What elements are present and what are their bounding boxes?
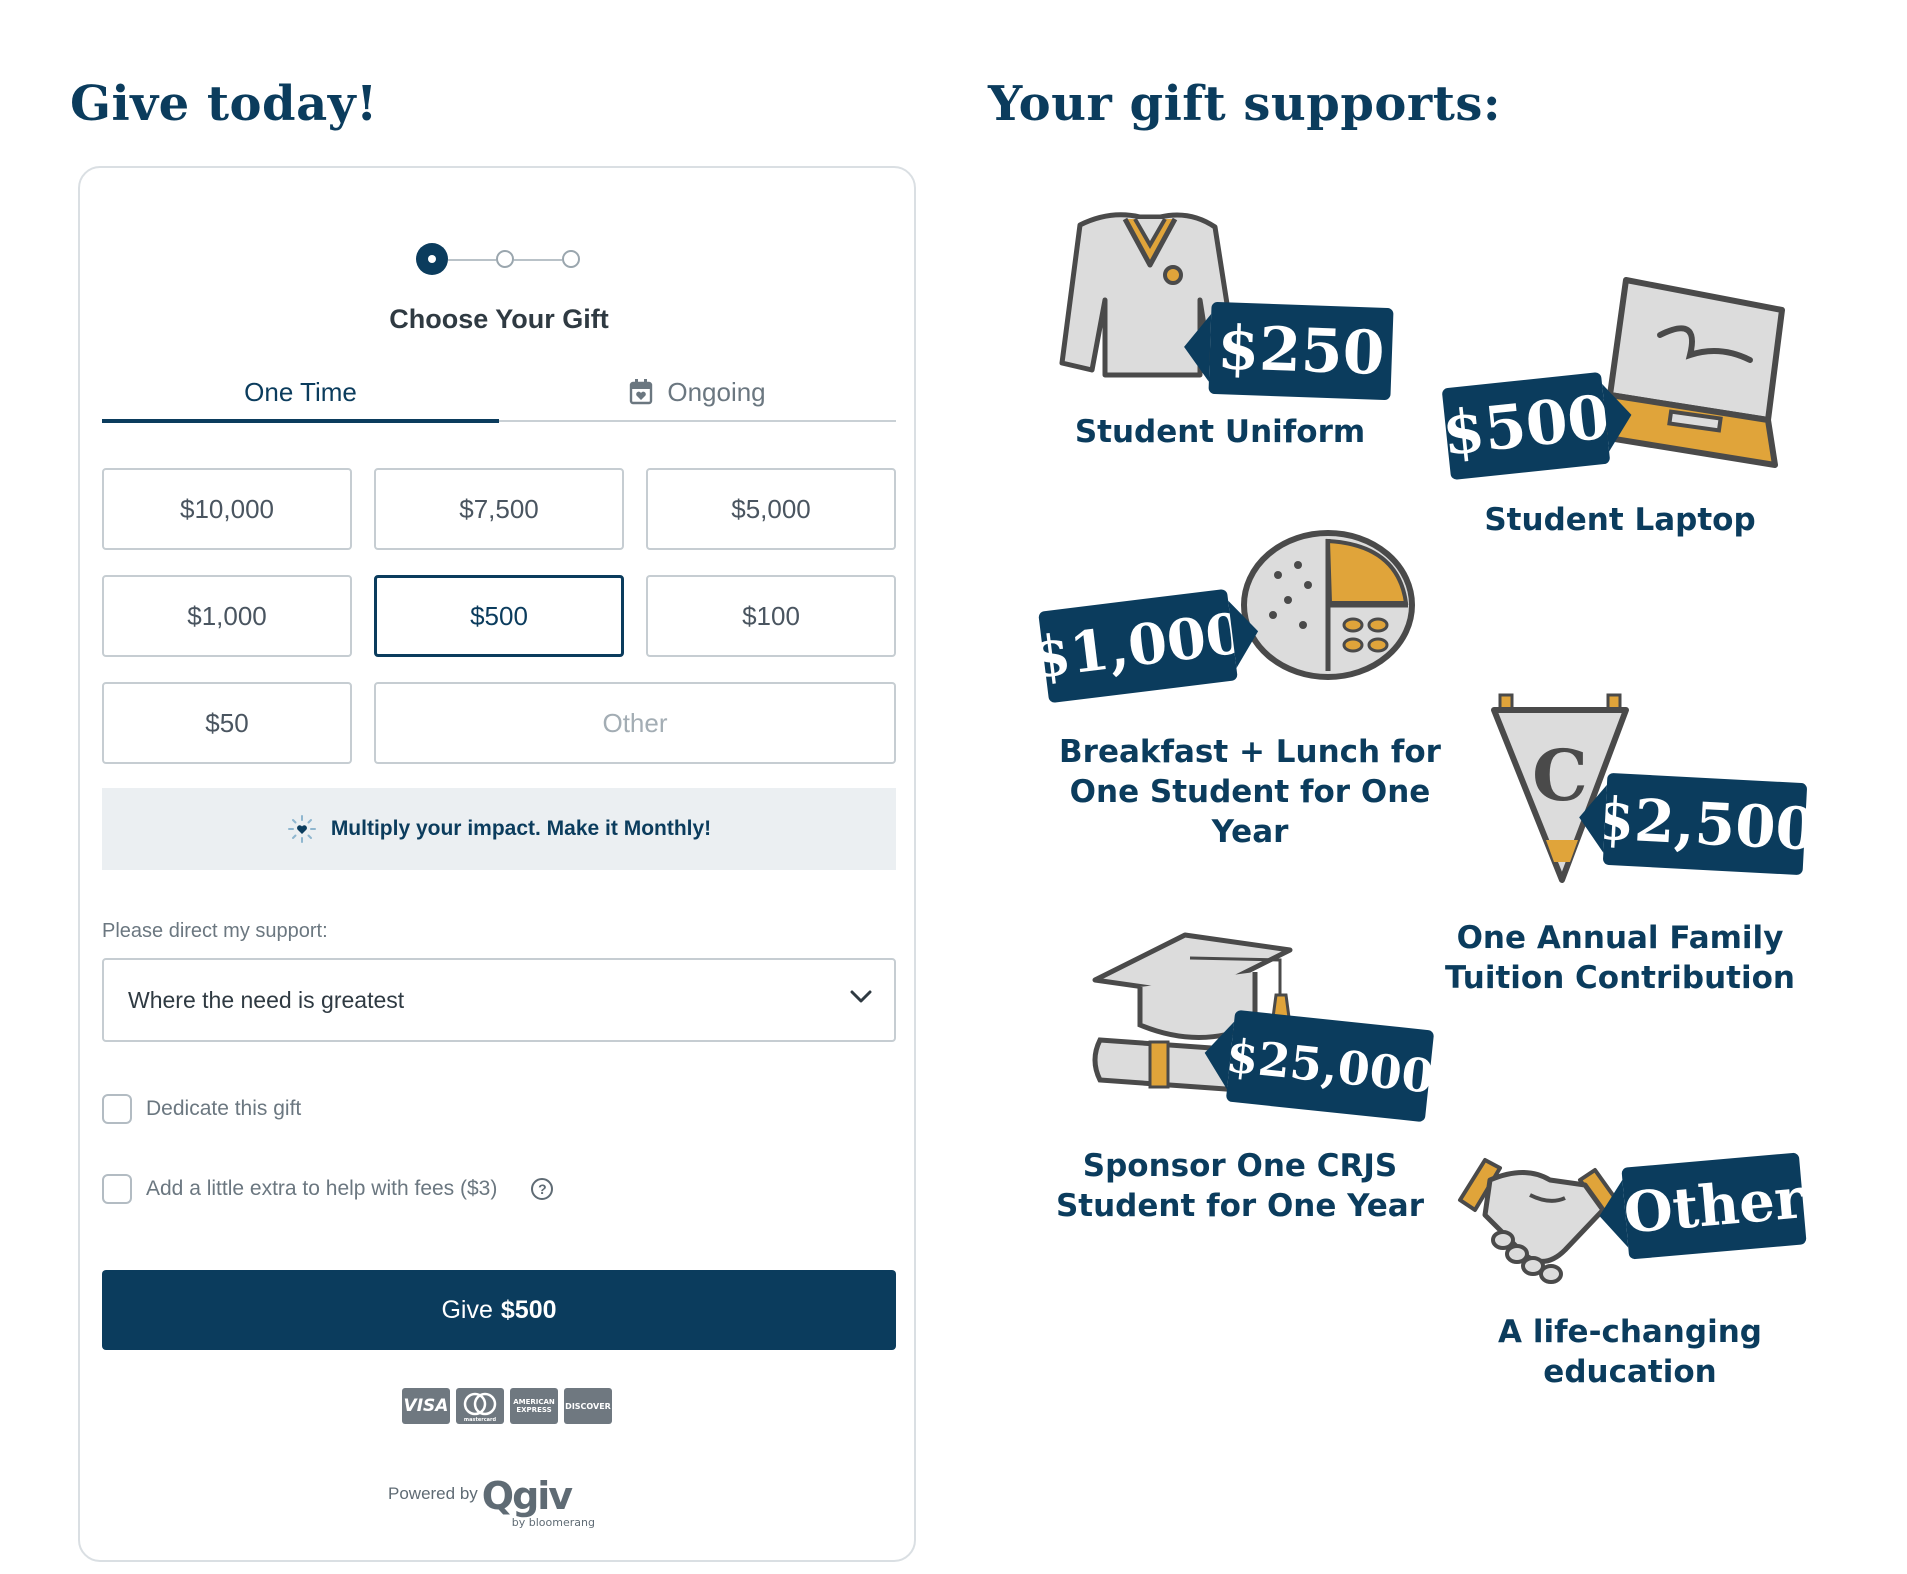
caption-sponsor-student: Sponsor One CRJS Student for One Year bbox=[1050, 1146, 1430, 1226]
amount-option-100[interactable]: $100 bbox=[646, 575, 896, 657]
caption-line: Student Uniform bbox=[1074, 414, 1366, 450]
amount-option-10000[interactable]: $10,000 bbox=[102, 468, 352, 550]
amex-icon: AMERICAN EXPRESS bbox=[510, 1388, 558, 1424]
direct-support-label: Please direct my support: bbox=[102, 920, 328, 942]
step-indicator bbox=[416, 243, 596, 290]
caption-student-laptop: Student Laptop bbox=[1450, 500, 1790, 540]
step-connector bbox=[448, 259, 496, 261]
other-amount-input[interactable]: Other bbox=[374, 682, 896, 764]
dedicate-gift-label: Dedicate this gift bbox=[146, 1097, 302, 1120]
help-icon[interactable]: ? bbox=[531, 1178, 554, 1200]
tab-ongoing-label: Ongoing bbox=[667, 376, 766, 407]
caption-line: A life-changing bbox=[1498, 1314, 1762, 1350]
give-button-amount: $500 bbox=[500, 1295, 557, 1324]
amount-option-50[interactable]: $50 bbox=[102, 682, 352, 764]
frequency-tabs: One Time Ongoing bbox=[102, 364, 896, 423]
caption-line: Sponsor One CRJS bbox=[1082, 1148, 1398, 1184]
price-tag-other: Other bbox=[1621, 1152, 1807, 1260]
tab-one-time-label: One Time bbox=[244, 376, 357, 407]
amount-option-500[interactable]: $500 bbox=[374, 575, 624, 657]
tab-one-time[interactable]: One Time bbox=[102, 364, 499, 423]
caption-line: One Annual Family bbox=[1456, 920, 1784, 956]
designation-value: Where the need is greatest bbox=[128, 986, 405, 1013]
caption-line: Tuition Contribution bbox=[1445, 960, 1795, 996]
lunch-tray-icon bbox=[1241, 530, 1415, 680]
chevron-down-icon bbox=[850, 990, 872, 1003]
calendar-heart-icon bbox=[630, 379, 653, 405]
caption-life-changing: A life-changing education bbox=[1460, 1312, 1800, 1392]
designation-select[interactable]: Where the need is greatest bbox=[102, 958, 896, 1042]
step-1-dot bbox=[416, 243, 448, 275]
caption-line: One Student for One Year bbox=[1069, 774, 1431, 850]
qgiv-logo-sub: by bloomerang bbox=[511, 1516, 595, 1529]
cover-fees-row: Add a little extra to help with fees ($3… bbox=[102, 1174, 554, 1204]
dedicate-gift-row: Dedicate this gift bbox=[102, 1094, 301, 1124]
amount-option-7500[interactable]: $7,500 bbox=[374, 468, 624, 550]
mastercard-icon: mastercard bbox=[456, 1388, 504, 1424]
price-tag-25000: $25,000 bbox=[1224, 1009, 1436, 1123]
powered-by: Powered by Qgiv by bloomerang bbox=[388, 1474, 595, 1529]
dedicate-gift-checkbox[interactable] bbox=[102, 1094, 132, 1124]
powered-by-text: Powered by bbox=[388, 1484, 478, 1503]
step-connector bbox=[514, 259, 562, 261]
donation-form-card: Choose Your Gift One Time Ongoing $10,00… bbox=[78, 166, 916, 1562]
caption-line: Student Laptop bbox=[1484, 502, 1756, 538]
step-3-dot bbox=[562, 250, 580, 268]
sparkle-heart-icon bbox=[287, 815, 316, 843]
give-button-prefix: Give bbox=[441, 1295, 493, 1324]
caption-breakfast-lunch: Breakfast + Lunch for One Student for On… bbox=[1030, 732, 1470, 852]
cover-fees-checkbox[interactable] bbox=[102, 1174, 132, 1204]
price-tag-250: $250 bbox=[1208, 301, 1394, 401]
cover-fees-label: Add a little extra to help with fees ($3… bbox=[146, 1177, 498, 1200]
qgiv-logo-text: Qgiv bbox=[481, 1474, 573, 1518]
step-2-dot bbox=[496, 250, 514, 268]
caption-tuition-contribution: One Annual Family Tuition Contribution bbox=[1420, 918, 1820, 998]
price-tag-1000: $1,000 bbox=[1028, 588, 1248, 704]
mastercard-text: mastercard bbox=[464, 1417, 497, 1423]
amount-option-5000[interactable]: $5,000 bbox=[646, 468, 896, 550]
visa-icon: VISA bbox=[402, 1388, 450, 1424]
monthly-promo-banner[interactable]: Multiply your impact. Make it Monthly! bbox=[102, 788, 896, 870]
tab-ongoing[interactable]: Ongoing bbox=[499, 364, 896, 420]
give-today-title: Give today! bbox=[70, 76, 378, 132]
step-title: Choose Your Gift bbox=[389, 304, 609, 334]
qgiv-logo[interactable]: Qgiv by bloomerang bbox=[481, 1474, 595, 1529]
accepted-cards: VISA mastercard AMERICAN EXPRESS DISCOVE… bbox=[402, 1388, 612, 1424]
gift-supports-title: Your gift supports: bbox=[988, 76, 1502, 132]
price-tag-500: $500 bbox=[1439, 371, 1613, 481]
discover-icon: DISCOVER bbox=[564, 1388, 612, 1424]
monthly-promo-text: Multiply your impact. Make it Monthly! bbox=[330, 817, 712, 840]
caption-line: Breakfast + Lunch for bbox=[1059, 734, 1441, 770]
give-button[interactable]: Give $500 bbox=[102, 1270, 896, 1350]
caption-line: Student for One Year bbox=[1055, 1188, 1425, 1224]
amount-option-1000[interactable]: $1,000 bbox=[102, 575, 352, 657]
caption-student-uniform: Student Uniform bbox=[1050, 412, 1390, 452]
caption-line: education bbox=[1543, 1354, 1717, 1390]
price-tag-2500: $2,500 bbox=[1592, 772, 1818, 876]
